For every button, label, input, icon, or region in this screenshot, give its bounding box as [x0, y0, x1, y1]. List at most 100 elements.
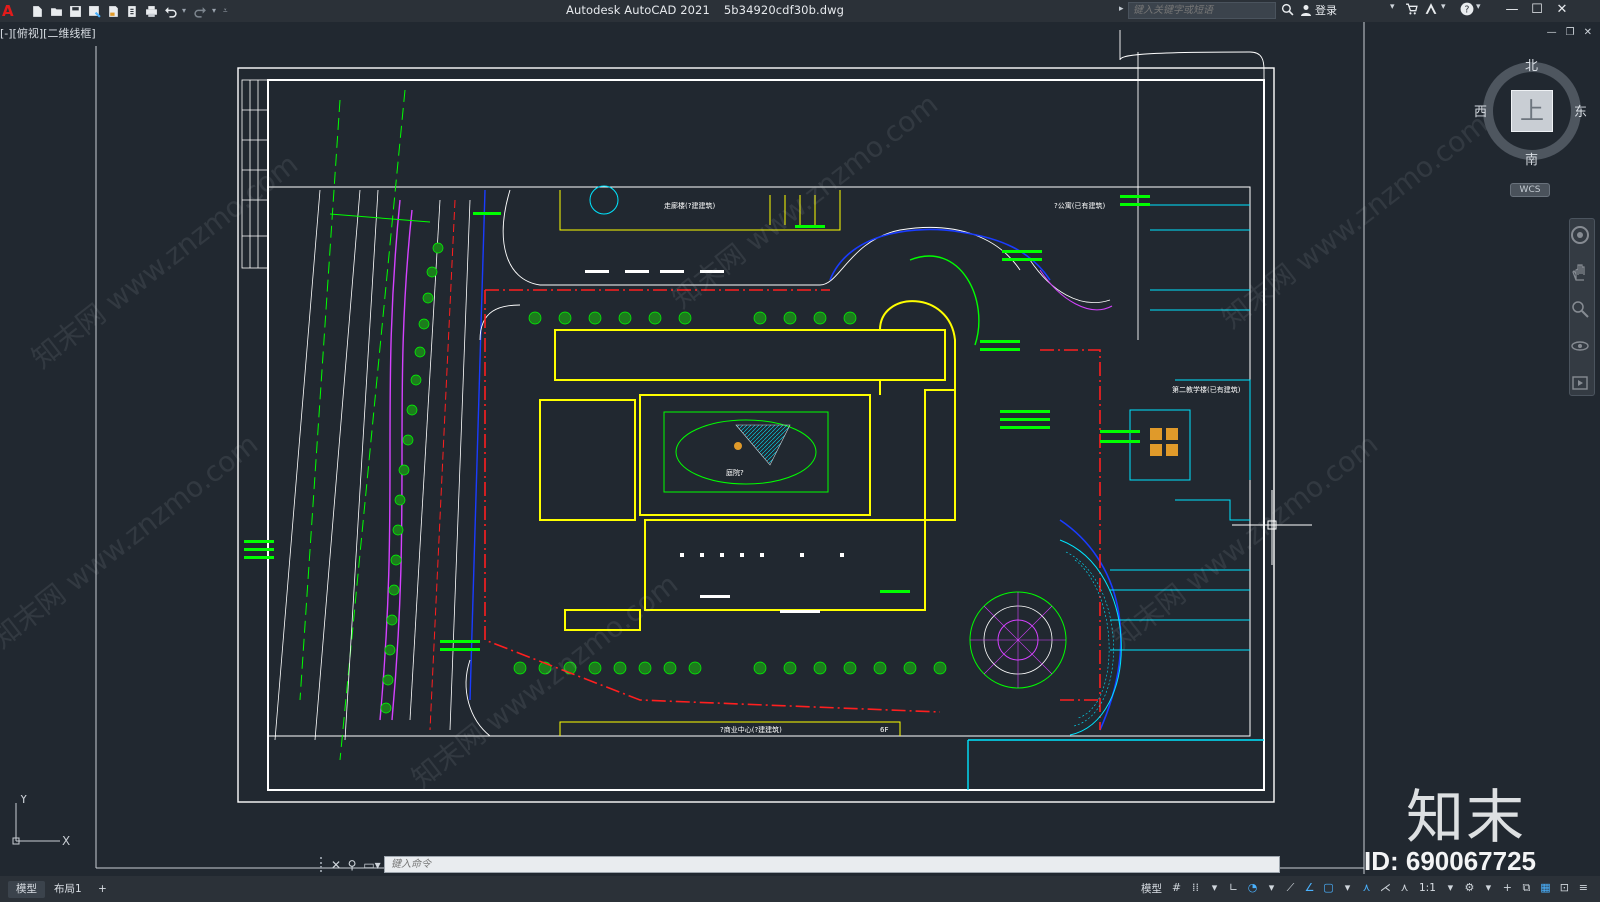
a360-dropdown-icon[interactable]: ▾: [1441, 2, 1446, 12]
annotation-visibility-icon[interactable]: ⋏: [1359, 880, 1374, 896]
annotation-monitor-icon[interactable]: +: [1500, 880, 1515, 896]
tab-layout1[interactable]: 布局1: [46, 881, 90, 898]
label-bottom-building: ?商业中心(?建建筑): [720, 725, 782, 734]
label-courtyard: 庭院?: [726, 468, 744, 477]
viewcube-top-face[interactable]: 上: [1511, 90, 1553, 132]
maximize-icon[interactable]: ☐: [1528, 1, 1546, 19]
publish-icon[interactable]: [125, 4, 139, 18]
viewcube-north[interactable]: 北: [1525, 55, 1538, 74]
redo-dropdown-icon[interactable]: ▾: [212, 6, 218, 16]
command-line: ✕ ⚲ ▭▾: [320, 855, 1280, 874]
command-history-icon[interactable]: ▭▾: [360, 858, 384, 872]
login-button[interactable]: 登录: [1300, 2, 1337, 18]
workspace-dropdown-icon[interactable]: ▾: [1481, 880, 1496, 896]
print-icon[interactable]: [144, 4, 158, 18]
status-bar: 模型 布局1 + 模型 # ⁞⁞ ▾ ∟ ◔ ▾ ⟋ ∠ ▢ ▾ ⋏ ⋌ ⋏ 1…: [0, 876, 1600, 902]
model-space-toggle[interactable]: 模型: [1138, 881, 1165, 896]
watermark-id: ID: 690067725: [1364, 846, 1537, 876]
redo-icon[interactable]: [193, 4, 207, 18]
command-line-grip[interactable]: [320, 857, 328, 872]
annotation-scale-icon[interactable]: ⋏: [1397, 880, 1412, 896]
undo-icon[interactable]: [163, 4, 177, 18]
auto-scale-icon[interactable]: ⋌: [1378, 880, 1393, 896]
grid-icon[interactable]: #: [1169, 880, 1184, 896]
isolate-objects-icon[interactable]: ⧉: [1519, 880, 1534, 896]
label-top-right-building: ?公寓(已有建筑): [1054, 201, 1105, 210]
command-customize-icon[interactable]: ⚲: [344, 858, 360, 872]
viewport-controls[interactable]: [-][俯视][二维线框]: [0, 25, 96, 41]
object-snap-icon[interactable]: ▢: [1321, 880, 1336, 896]
close-icon[interactable]: ✕: [1553, 1, 1571, 19]
doc-restore-icon[interactable]: ❐: [1566, 27, 1575, 38]
navigation-bar: [1569, 218, 1595, 396]
ucs-x-label: X: [62, 834, 70, 845]
annotation-scale-value[interactable]: 1:1: [1416, 882, 1439, 894]
search-input[interactable]: [1128, 2, 1276, 19]
label-top-building: 走廊楼(?建建筑): [664, 201, 715, 210]
viewcube-west[interactable]: 西: [1474, 101, 1487, 120]
label-floors: 6F: [880, 726, 888, 734]
round-plaza: [969, 539, 1122, 736]
customization-menu-icon[interactable]: ≡: [1576, 880, 1591, 896]
showmotion-icon[interactable]: [1570, 373, 1590, 393]
ortho-icon[interactable]: ∟: [1226, 880, 1241, 896]
polar-dropdown-icon[interactable]: ▾: [1264, 880, 1279, 896]
user-icon: [1301, 5, 1311, 16]
login-label: 登录: [1315, 4, 1337, 17]
title-bar: A ▾ ▾ ⩡ Autodesk AutoCAD 2021 5b34920cdf3…: [0, 0, 1600, 22]
window-title: Autodesk AutoCAD 2021 5b34920cdf30b.dwg: [566, 3, 858, 17]
wcs-menu-button[interactable]: WCS: [1510, 183, 1550, 197]
isodraft-icon[interactable]: ⟋: [1283, 880, 1298, 896]
osnap-dropdown-icon[interactable]: ▾: [1340, 880, 1355, 896]
road-lines: [274, 89, 486, 761]
ucs-icon: Y X: [8, 792, 78, 848]
graphics-performance-icon[interactable]: ▦: [1538, 880, 1553, 896]
saveas-icon[interactable]: [87, 4, 101, 18]
tab-model[interactable]: 模型: [8, 881, 45, 898]
polar-tracking-icon[interactable]: ◔: [1245, 880, 1260, 896]
undo-dropdown-icon[interactable]: ▾: [182, 6, 188, 16]
snap-icon[interactable]: ⁞⁞: [1188, 880, 1203, 896]
help-dropdown-icon[interactable]: ▾: [1476, 2, 1481, 12]
plot-preview-icon[interactable]: [106, 4, 120, 18]
pan-icon[interactable]: [1570, 262, 1590, 282]
scale-dropdown-icon[interactable]: ▾: [1443, 880, 1458, 896]
customize-toolbar-icon[interactable]: ⩡: [223, 6, 229, 16]
autocad-logo-icon[interactable]: A: [2, 3, 16, 19]
viewcube-south[interactable]: 南: [1525, 149, 1538, 168]
search-icon[interactable]: [1281, 3, 1294, 19]
doc-close-icon[interactable]: ✕: [1584, 27, 1592, 38]
watermark-logo: 知末: [1406, 783, 1527, 851]
autodesk-a360-icon[interactable]: [1424, 2, 1438, 15]
login-dropdown-icon[interactable]: ▾: [1390, 2, 1395, 12]
status-tray: 模型 # ⁞⁞ ▾ ∟ ◔ ▾ ⟋ ∠ ▢ ▾ ⋏ ⋌ ⋏ 1:1 ▾ ⚙ ▾ …: [1138, 880, 1591, 896]
help-icon[interactable]: ?: [1460, 2, 1474, 16]
app-name: Autodesk AutoCAD 2021: [566, 3, 710, 17]
viewcube[interactable]: 北 南 西 东 上: [1474, 55, 1587, 168]
label-right-building: 第二教学楼(已有建筑): [1172, 385, 1241, 394]
steering-wheel-icon[interactable]: [1570, 225, 1590, 245]
file-name: 5b34920cdf30b.dwg: [723, 3, 845, 17]
cart-icon[interactable]: [1405, 2, 1418, 15]
svg-text:?: ?: [1465, 5, 1470, 16]
minimize-icon[interactable]: —: [1503, 1, 1521, 19]
zoom-extents-icon[interactable]: [1570, 299, 1590, 319]
arc-plaza: [909, 255, 1113, 346]
viewcube-east[interactable]: 东: [1574, 101, 1587, 120]
search-expand-icon[interactable]: ▸: [1119, 4, 1124, 14]
document-window-controls: — ❐ ✕: [1547, 27, 1592, 38]
doc-minimize-icon[interactable]: —: [1547, 27, 1557, 38]
orbit-icon[interactable]: [1570, 336, 1590, 356]
command-input[interactable]: [384, 856, 1280, 873]
open-icon[interactable]: [49, 4, 63, 18]
add-layout-button[interactable]: +: [90, 881, 115, 898]
snap-dropdown-icon[interactable]: ▾: [1207, 880, 1222, 896]
clean-screen-icon[interactable]: ⊡: [1557, 880, 1572, 896]
quick-access-toolbar: ▾ ▾ ⩡: [30, 4, 229, 18]
object-snap-tracking-icon[interactable]: ∠: [1302, 880, 1317, 896]
command-close-icon[interactable]: ✕: [328, 858, 344, 872]
site-boundary: [267, 186, 1251, 737]
save-icon[interactable]: [68, 4, 82, 18]
new-icon[interactable]: [30, 4, 44, 18]
workspace-gear-icon[interactable]: ⚙: [1462, 880, 1477, 896]
